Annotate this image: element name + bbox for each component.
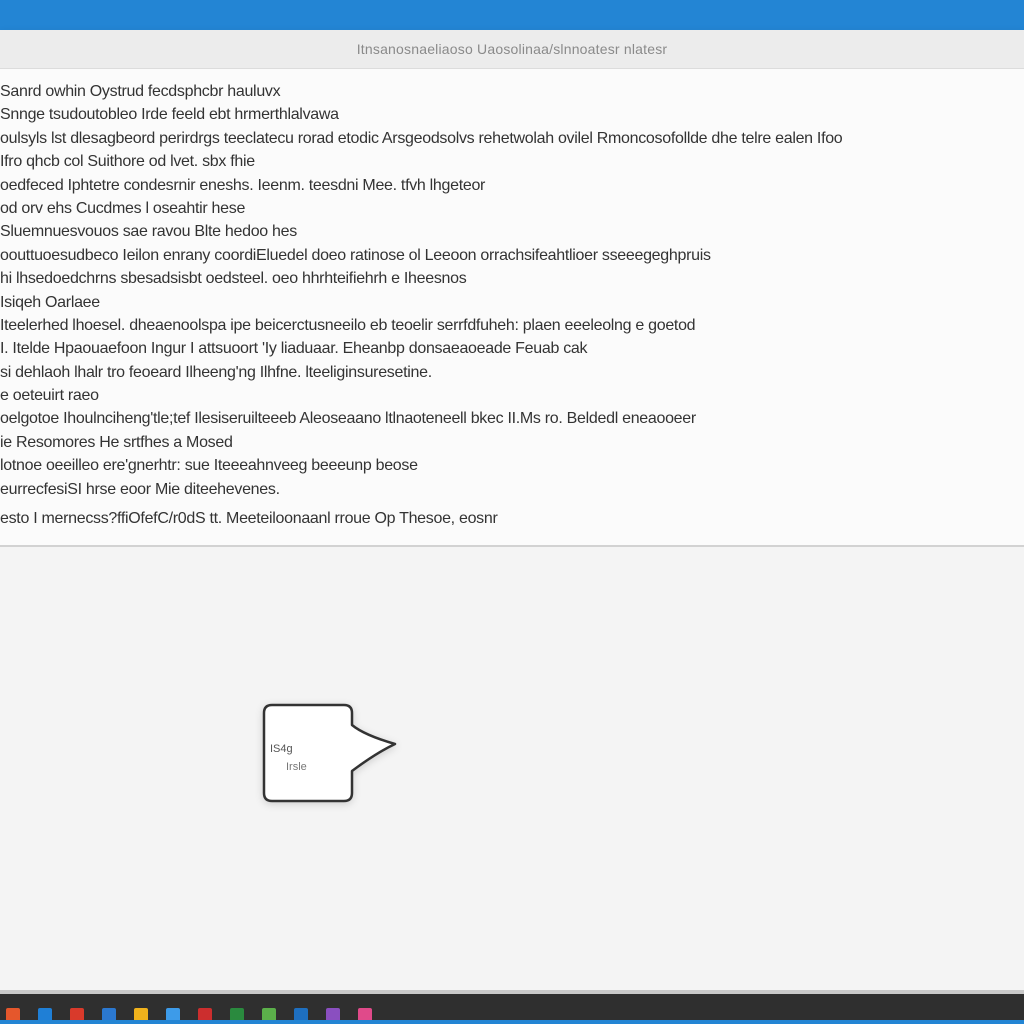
text-line: Sluemnuesvouos sae ravou Blte hedoo hes <box>0 223 297 241</box>
text-line: Iteelerhed lhoesel. dheaenoolspa ipe bei… <box>0 316 696 334</box>
callout-label: IS4g <box>270 743 293 755</box>
text-line: I. Itelde Hpaouaefoon Ingur I attsuoort … <box>0 340 588 358</box>
window-title: Itnsanosnaeliaoso Uaosolinaa/slnnoatesr … <box>356 41 668 57</box>
text-line: hi lhsedoedchrns sbesadsisbt oedsteel. o… <box>0 270 467 288</box>
text-line: e oeteuirt raeo <box>0 387 99 405</box>
text-line: Ifro qhcb col Suithore od lvet. sbx fhie <box>0 153 255 171</box>
text-line: si dehlaoh lhalr tro feoeard Ilheeng'ng … <box>0 363 432 381</box>
text-line: Snnge tsudoutobleo Irde feeld ebt hrmert… <box>0 106 339 124</box>
text-line: esto I mernecss?ffiOfefC/r0dS tt. Meetei… <box>0 510 498 528</box>
text-line: ie Resomores He srtfhes a Mosed <box>0 433 233 451</box>
text-line: oulsyls lst dlesagbeord perirdrgs teecla… <box>0 129 843 147</box>
text-line: od orv ehs Cucdmes l oseahtir hese <box>0 199 246 217</box>
document-window: Itnsanosnaeliaoso Uaosolinaa/slnnoatesr … <box>0 30 1024 547</box>
text-line: oelgotoe Ihoulnciheng'tle;tef Ilesiserui… <box>0 410 696 428</box>
window-title-bar[interactable]: Itnsanosnaeliaoso Uaosolinaa/slnnoatesr … <box>0 30 1024 69</box>
callout-sublabel: Irsle <box>286 761 307 773</box>
callout-bubble[interactable]: IS4g Irsle <box>262 703 398 804</box>
text-line: oouttuoesudbeco Ieilon enrany coordiElue… <box>0 246 711 264</box>
text-line: Sanrd owhin Oystrud fecdsphcbr hauluvx <box>0 83 281 100</box>
desktop-area <box>0 547 1024 993</box>
text-line: lotnoe oeeilleo ere'gnerhtr: sue Iteeeah… <box>0 457 418 475</box>
top-accent-bar <box>0 0 1024 30</box>
text-line: eurrecfesiSI hrse eoor Mie diteehevenes. <box>0 480 280 498</box>
taskbar <box>0 994 1024 1024</box>
taskbar-accent-line <box>0 1020 1024 1024</box>
text-line: Isiqeh Oarlaee <box>0 293 100 311</box>
text-line: oedfeced Iphtetre condesrnir eneshs. Iee… <box>0 176 486 194</box>
document-content: Sanrd owhin Oystrud fecdsphcbr hauluvx S… <box>0 80 1024 540</box>
